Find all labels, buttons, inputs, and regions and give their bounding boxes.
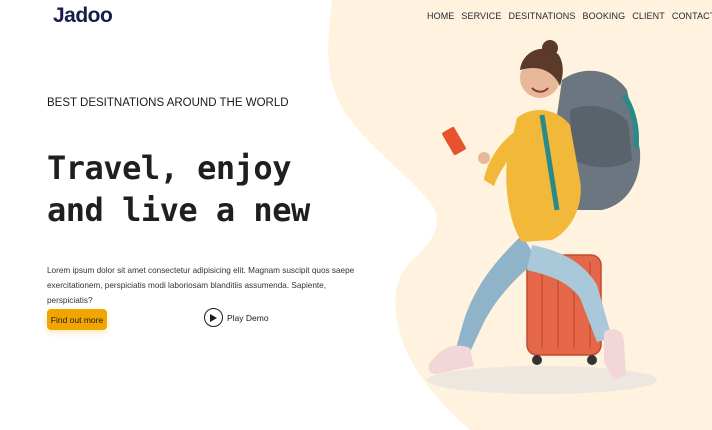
play-icon — [204, 308, 223, 327]
logo[interactable]: Jadoo — [53, 4, 113, 28]
nav-destinations[interactable]: DESITNATIONS — [508, 11, 575, 21]
find-out-more-button[interactable]: Find out more — [47, 309, 107, 330]
traveler-illustration — [427, 40, 657, 394]
headline-line-2: and live a new — [47, 191, 310, 229]
play-demo-label: Play Demo — [227, 312, 269, 323]
hero-subtitle: BEST DESITNATIONS AROUND THE WORLD — [47, 97, 289, 109]
nav-home[interactable]: HOME — [427, 11, 454, 21]
hero-description: Lorem ipsum dolor sit amet consectetur a… — [47, 266, 355, 305]
headline-line-1: Travel, enjoy — [47, 149, 291, 187]
nav-contact[interactable]: CONTACT — [672, 11, 712, 21]
main-nav: HOME SERVICE DESITNATIONS BOOKING CLIENT… — [427, 11, 712, 21]
play-demo-button[interactable]: Play Demo — [204, 308, 269, 327]
nav-service[interactable]: SERVICE — [461, 11, 501, 21]
nav-booking[interactable]: BOOKING — [583, 11, 626, 21]
nav-client[interactable]: CLIENT — [632, 11, 665, 21]
hero-headline: Travel, enjoy and live a new — [47, 147, 310, 231]
